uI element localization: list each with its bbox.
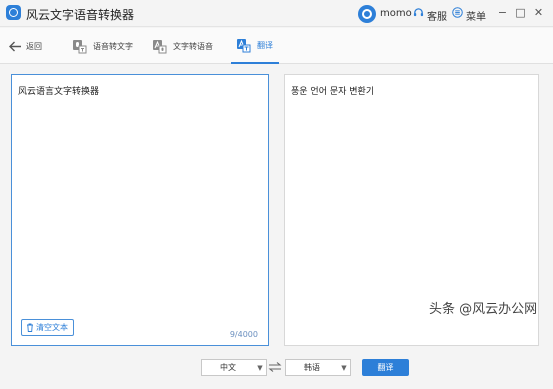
menu-link[interactable]: 菜单 bbox=[466, 8, 486, 23]
headset-icon[interactable] bbox=[413, 7, 424, 18]
back-label: 返回 bbox=[26, 41, 42, 51]
char-counter: 9/4000 bbox=[229, 330, 258, 339]
translate-controls: 中文 ▼ 韩语 ▼ 翻译 bbox=[0, 356, 553, 378]
arrow-left-icon bbox=[9, 41, 21, 51]
chevron-down-icon: ▼ bbox=[341, 363, 347, 372]
maximize-button[interactable]: □ bbox=[514, 6, 527, 19]
source-text[interactable]: 风云语言文字转换器 bbox=[18, 84, 99, 97]
speech-to-text-icon bbox=[73, 39, 87, 53]
source-language-select[interactable]: 中文 ▼ bbox=[201, 359, 267, 376]
close-button[interactable]: ✕ bbox=[532, 6, 545, 19]
tab-label: 文字转语音 bbox=[173, 41, 213, 51]
tab-label: 翻译 bbox=[257, 40, 273, 50]
watermark: 头条 @风云办公网 bbox=[429, 302, 538, 317]
source-language-value: 中文 bbox=[220, 363, 236, 372]
target-language-value: 韩语 bbox=[304, 363, 320, 372]
trash-icon bbox=[27, 323, 33, 332]
translated-text[interactable]: 풍운 언어 문자 변환기 bbox=[291, 84, 374, 97]
customer-service-link[interactable]: 客服 bbox=[427, 8, 447, 23]
chevron-down-icon: ▼ bbox=[257, 363, 263, 372]
tab-translate[interactable]: 翻译 bbox=[231, 28, 279, 64]
app-title: 风云文字语音转换器 bbox=[26, 8, 135, 22]
back-button[interactable]: 返回 bbox=[9, 28, 42, 64]
tab-speech-to-text[interactable]: 语音转文字 bbox=[72, 28, 133, 64]
clear-text-label: 清空文本 bbox=[36, 323, 68, 332]
swap-languages-icon[interactable] bbox=[268, 361, 282, 373]
translate-icon bbox=[237, 38, 251, 52]
target-language-select[interactable]: 韩语 ▼ bbox=[285, 359, 351, 376]
source-text-area[interactable]: 风云语言文字转换器 清空文本 9/4000 bbox=[11, 74, 269, 346]
minimize-button[interactable]: − bbox=[496, 6, 509, 19]
nav-bar: 返回 语音转文字 文字转语音 翻译 bbox=[0, 28, 553, 64]
translate-workspace: 风云语言文字转换器 清空文本 9/4000 풍운 언어 문자 변환기 中文 ▼ … bbox=[0, 64, 553, 389]
tab-text-to-speech[interactable]: 文字转语音 bbox=[152, 28, 213, 64]
tab-label: 语音转文字 bbox=[93, 41, 133, 51]
title-bar: 风云文字语音转换器 momo 客服 菜单 − □ ✕ bbox=[0, 0, 553, 27]
translate-button[interactable]: 翻译 bbox=[362, 359, 409, 376]
user-avatar[interactable] bbox=[358, 5, 376, 23]
user-name[interactable]: momo bbox=[380, 8, 412, 19]
clear-text-button[interactable]: 清空文本 bbox=[21, 319, 74, 336]
text-to-speech-icon bbox=[153, 39, 167, 53]
app-logo-icon bbox=[6, 5, 21, 20]
menu-icon[interactable] bbox=[452, 7, 463, 18]
